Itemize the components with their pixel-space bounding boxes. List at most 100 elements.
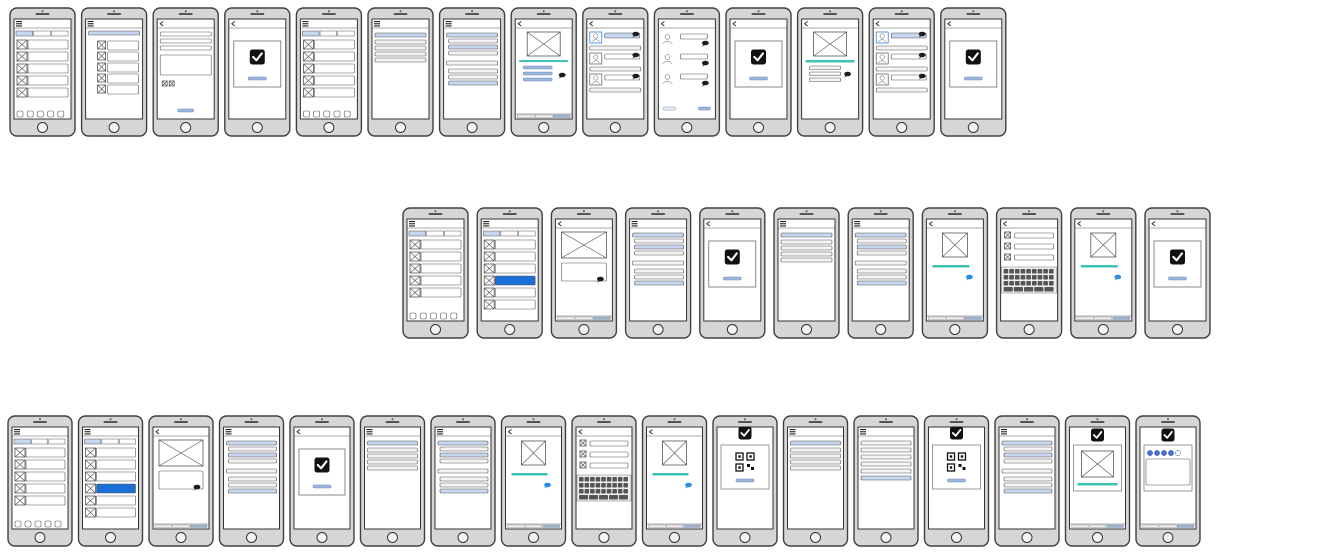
keyboard (576, 474, 632, 502)
bottom-bar-button (525, 524, 542, 528)
camera-dot (327, 10, 330, 13)
list-row (88, 30, 140, 36)
action-button (523, 77, 553, 82)
list-row (439, 488, 489, 494)
bottom-bar-button (648, 524, 666, 528)
phone-mockup (868, 7, 935, 137)
image-placeholder-icon (97, 84, 106, 94)
tab-item (101, 438, 119, 445)
list-row (437, 468, 489, 474)
image-placeholder-icon (161, 80, 168, 87)
hamburger-menu-icon (84, 429, 91, 435)
list-row (420, 287, 462, 298)
tab-item (500, 230, 518, 237)
list-row (856, 268, 907, 274)
image-placeholder-icon (97, 51, 106, 61)
action-button (735, 478, 755, 483)
list-row (875, 45, 928, 51)
speaker-slot (526, 421, 541, 423)
chat-bubble-icon (193, 484, 201, 490)
camera-dot (614, 10, 617, 13)
camera-dot (41, 10, 44, 13)
tab-item (15, 30, 33, 37)
image-placeholder-icon (168, 80, 175, 87)
bottom-bar-button (507, 524, 525, 528)
list-row-selected (494, 275, 536, 286)
list-row (420, 263, 462, 274)
list-row (439, 446, 489, 452)
hamburger-menu-icon (445, 21, 452, 27)
progress-bar (652, 473, 689, 476)
list-row (632, 232, 684, 238)
checkmark-icon (965, 49, 981, 65)
home-button (387, 532, 398, 543)
list-row (27, 75, 69, 86)
list-row (860, 461, 912, 467)
bottom-bar-button (190, 524, 208, 528)
speaker-slot (667, 421, 682, 423)
home-button (801, 324, 812, 335)
list-row (314, 87, 355, 98)
image-placeholder-icon (302, 87, 314, 98)
list-row (589, 462, 629, 469)
home-button (753, 122, 764, 133)
phone-mockup (1135, 415, 1201, 547)
image-placeholder-icon (158, 439, 204, 467)
image-placeholder-icon (97, 40, 106, 50)
phone-mockup (152, 7, 219, 137)
speaker-slot (33, 421, 47, 423)
home-button (108, 122, 120, 133)
phone-mockup (641, 415, 708, 547)
bottom-bar-button (557, 316, 575, 320)
hamburger-menu-icon (780, 221, 786, 227)
list-row (875, 87, 928, 93)
list-row (1003, 476, 1053, 482)
list-row (634, 244, 684, 250)
speaker-slot (1020, 421, 1034, 423)
list-row (25, 459, 66, 470)
bottom-bar-button (172, 524, 190, 528)
action-button (723, 276, 742, 281)
home-button (180, 122, 192, 133)
camera-dot (885, 418, 887, 421)
speaker-slot (174, 421, 188, 423)
image-placeholder-icon (483, 239, 495, 250)
list-row (680, 73, 708, 80)
speaker-slot (725, 213, 740, 215)
list-row (437, 440, 489, 446)
list-row (314, 39, 355, 50)
list-row (96, 447, 136, 458)
wireframe-flow-diagram (7, 7, 1211, 547)
bottom-bar-button (964, 316, 982, 320)
home-button (609, 122, 621, 133)
keyboard (1001, 266, 1057, 294)
list-row (374, 57, 427, 63)
home-button (578, 324, 590, 335)
image-placeholder-icon (409, 239, 421, 250)
list-row (374, 45, 427, 51)
list-row (860, 440, 912, 446)
tab-item (444, 230, 462, 237)
list-row (314, 63, 355, 74)
chat-bubble-icon (918, 52, 926, 58)
list-row (446, 32, 498, 38)
bottom-bar-button (1141, 524, 1159, 528)
hamburger-menu-icon (437, 429, 443, 435)
list-row (589, 66, 642, 72)
speaker-slot (428, 213, 443, 215)
list-row (634, 280, 684, 286)
image-placeholder-icon (1004, 253, 1011, 261)
phone-mockup (582, 7, 649, 137)
list-row (107, 73, 139, 84)
hamburger-menu-icon (374, 21, 380, 27)
camera-dot (180, 418, 182, 421)
phone-mockup (367, 7, 434, 137)
phone-mockup (994, 415, 1060, 547)
tab-item (13, 438, 31, 445)
list-row (856, 244, 907, 250)
phone-mockup (510, 7, 577, 137)
list-row (860, 475, 912, 481)
home-button (504, 324, 516, 335)
speaker-slot (873, 213, 888, 215)
list-row (1003, 482, 1053, 488)
